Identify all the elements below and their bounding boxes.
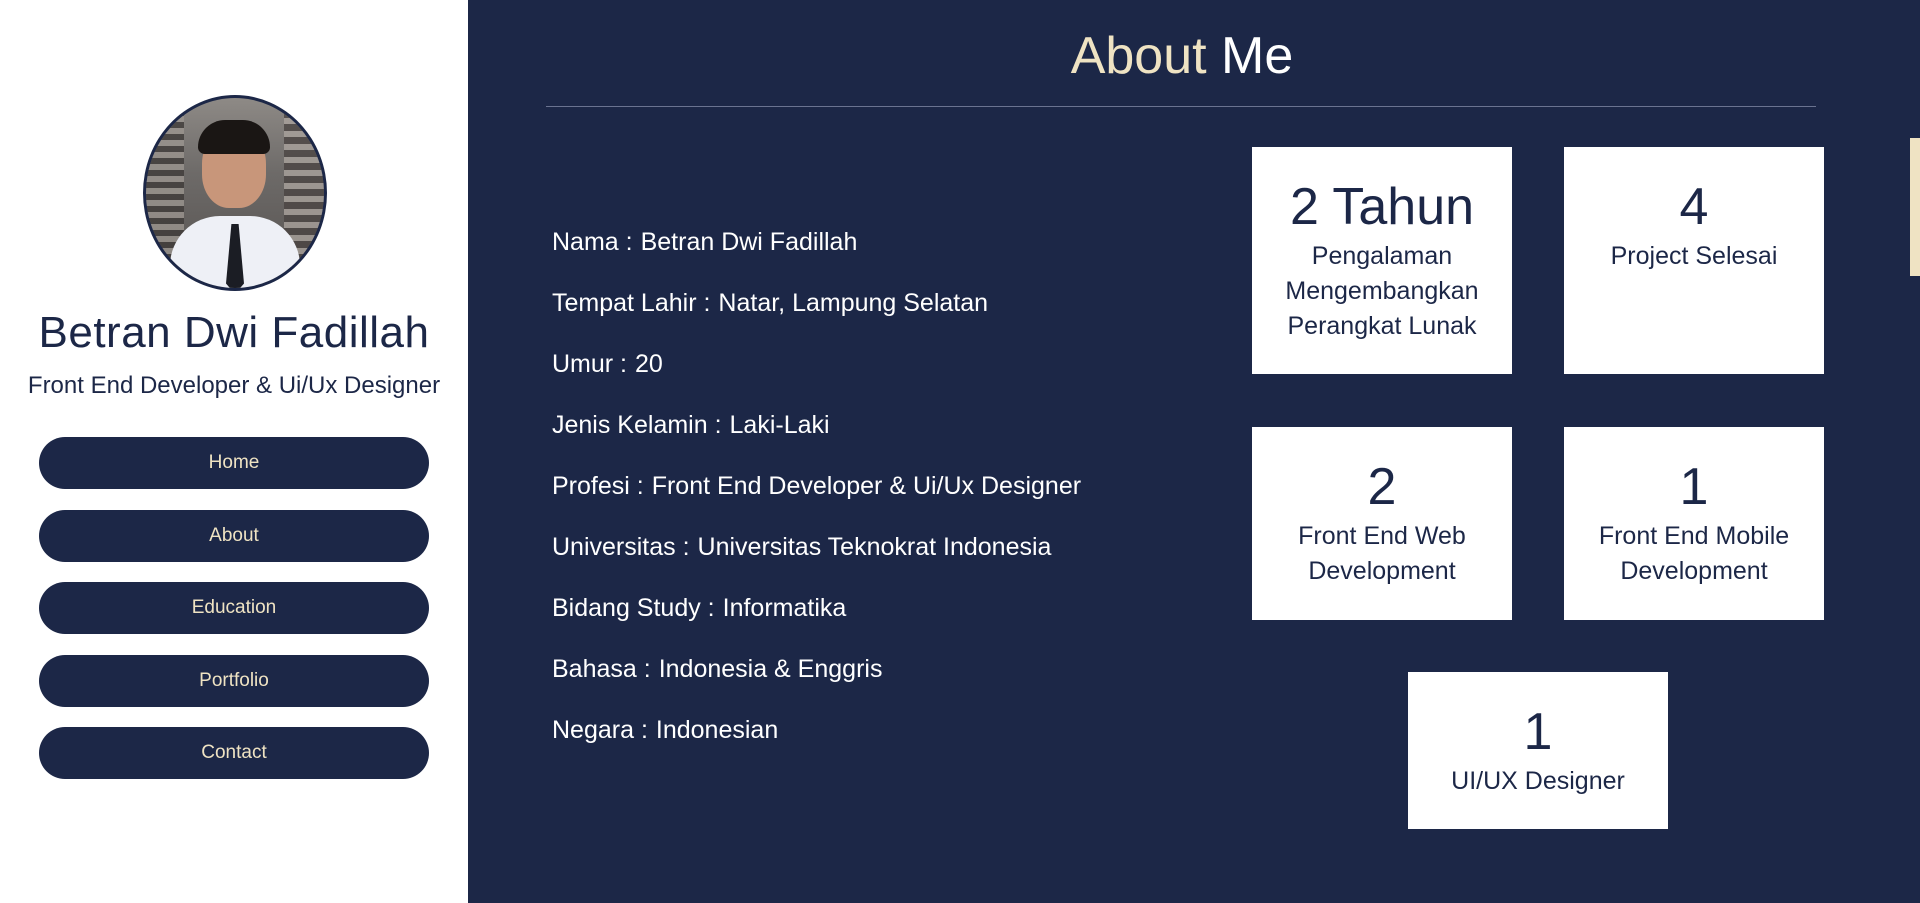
info-row-tempat-lahir: Tempat Lahir : Natar, Lampung Selatan [552, 289, 988, 318]
info-row-universitas: Universitas : Universitas Teknokrat Indon… [552, 533, 1051, 562]
info-label: Tempat Lahir : [552, 289, 711, 317]
nav-label: About [209, 525, 259, 546]
stat-number: 2 [1367, 458, 1397, 516]
info-label: Bahasa : [552, 655, 651, 683]
stat-label: Perangkat Lunak [1287, 312, 1477, 340]
avatar [143, 95, 327, 291]
stat-card-uiux: 1 UI/UX Designer [1408, 672, 1668, 829]
info-label: Universitas : [552, 533, 690, 561]
stat-card-mobile: 1 Front End Mobile Development [1564, 427, 1824, 620]
info-label: Umur : [552, 350, 627, 378]
stat-label: Front End Mobile [1598, 522, 1790, 550]
info-row-jenis-kelamin: Jenis Kelamin : Laki-Laki [552, 411, 830, 440]
stat-label: Development [1308, 557, 1456, 585]
stat-number: 2 Tahun [1289, 178, 1475, 236]
info-label: Negara : [552, 716, 648, 744]
title-divider [546, 106, 1816, 107]
info-value: Natar, Lampung Selatan [718, 289, 989, 317]
nav-label: Contact [201, 742, 267, 763]
info-row-umur: Umur : 20 [552, 350, 663, 379]
info-value: Informatika [722, 594, 847, 622]
info-row-bahasa: Bahasa : Indonesia & Enggris [552, 655, 882, 684]
stat-card-web: 2 Front End Web Development [1252, 427, 1512, 620]
info-label: Jenis Kelamin : [552, 411, 722, 439]
info-label: Bidang Study : [552, 594, 715, 622]
stat-label: UI/UX Designer [1451, 767, 1625, 795]
nav-home-button[interactable]: Home [39, 437, 429, 489]
profile-name: Betran Dwi Fadillah [38, 308, 430, 357]
info-value: Laki-Laki [729, 411, 830, 439]
nav-education-button[interactable]: Education [39, 582, 429, 634]
nav-about-button[interactable]: About [39, 510, 429, 562]
info-value: Indonesia & Enggris [658, 655, 883, 683]
info-value: Universitas Teknokrat Indonesia [697, 533, 1052, 561]
stat-card-projects: 4 Project Selesai [1564, 147, 1824, 374]
info-label: Profesi : [552, 472, 644, 500]
info-label: Nama : [552, 228, 633, 256]
stat-number: 1 [1679, 458, 1709, 516]
info-value: Front End Developer & Ui/Ux Designer [651, 472, 1082, 500]
stat-number: 4 [1679, 178, 1709, 236]
title-part-about: About [1070, 27, 1207, 85]
stat-number: 1 [1523, 703, 1553, 761]
info-row-profesi: Profesi : Front End Developer & Ui/Ux Des… [552, 472, 1081, 501]
stat-label: Front End Web [1298, 522, 1466, 550]
info-row-nama: Nama : Betran Dwi Fadillah [552, 228, 857, 257]
nav-label: Home [208, 452, 260, 473]
sidebar: Betran Dwi Fadillah Front End Developer … [0, 0, 468, 903]
info-value: Indonesian [655, 716, 779, 744]
edge-tab [1910, 138, 1920, 276]
stat-label: Mengembangkan [1285, 277, 1479, 305]
info-row-negara: Negara : Indonesian [552, 716, 778, 745]
nav-contact-button[interactable]: Contact [39, 727, 429, 779]
info-value: 20 [635, 350, 663, 378]
stat-label: Development [1620, 557, 1768, 585]
stat-label: Project Selesai [1610, 242, 1778, 270]
profile-role: Front End Developer & Ui/Ux Designer [27, 372, 441, 399]
page-title: About Me [468, 26, 1896, 86]
stat-label: Pengalaman [1311, 242, 1453, 270]
nav-label: Education [191, 597, 277, 618]
about-section: About Me Nama : Betran Dwi Fadillah Tempa… [468, 0, 1920, 903]
nav-portfolio-button[interactable]: Portfolio [39, 655, 429, 707]
nav-label: Portfolio [199, 670, 269, 691]
info-row-bidang-study: Bidang Study : Informatika [552, 594, 846, 623]
stat-card-experience: 2 Tahun Pengalaman Mengembangkan Perangk… [1252, 147, 1512, 374]
title-part-me: Me [1221, 27, 1294, 85]
info-value: Betran Dwi Fadillah [640, 228, 858, 256]
